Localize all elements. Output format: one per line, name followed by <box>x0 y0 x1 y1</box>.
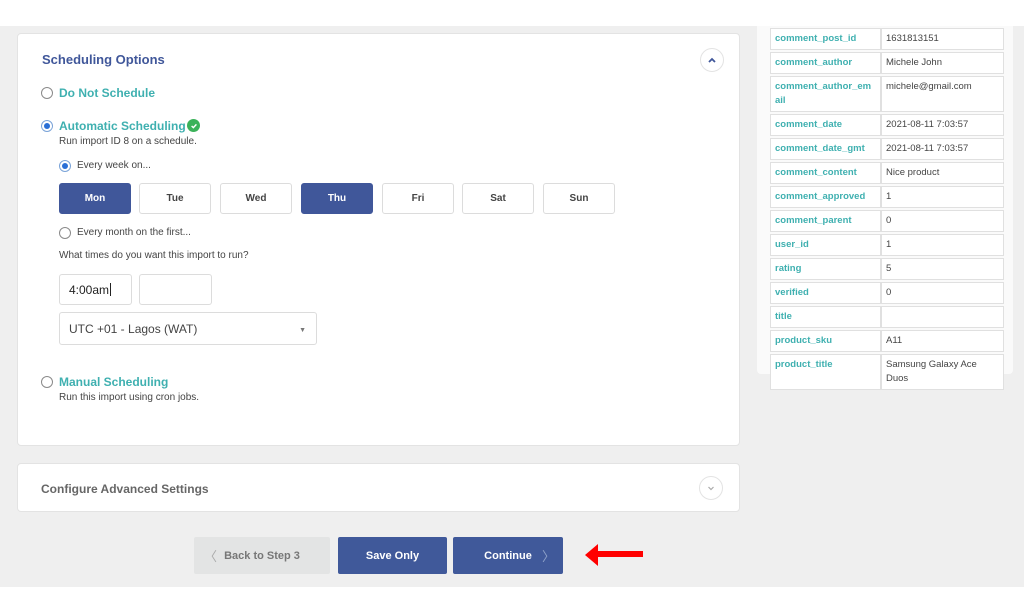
field-name: rating <box>770 258 881 280</box>
day-mon-button[interactable]: Mon <box>59 183 131 214</box>
automatic-scheduling-radio[interactable] <box>41 120 53 132</box>
table-row: comment_content Nice product <box>770 162 1004 184</box>
every-week-label[interactable]: Every week on... <box>77 160 151 171</box>
record-preview-table: comment_post_id 1631813151 comment_author M… <box>770 26 1004 392</box>
field-name: comment_date <box>770 114 881 136</box>
chevron-up-icon <box>708 57 716 63</box>
field-name: comment_author <box>770 52 881 74</box>
field-name: comment_author_email <box>770 76 881 112</box>
field-value: Nice product <box>881 162 1004 184</box>
table-row: comment_parent 0 <box>770 210 1004 232</box>
field-value: A11 <box>881 330 1004 352</box>
every-month-label[interactable]: Every month on the first... <box>77 227 191 238</box>
table-row: user_id 1 <box>770 234 1004 256</box>
collapse-button[interactable] <box>700 48 724 72</box>
check-circle-icon <box>187 119 200 132</box>
table-row: title <box>770 306 1004 328</box>
save-button-label: Save Only <box>365 549 420 562</box>
day-wed-button[interactable]: Wed <box>220 183 292 214</box>
field-value: 0 <box>881 282 1004 304</box>
field-value: Samsung Galaxy Ace Duos <box>881 354 1004 390</box>
annotation-arrow-icon <box>585 544 643 566</box>
back-button-label: Back to Step 3 <box>224 549 300 562</box>
save-only-button[interactable]: Save Only <box>338 537 447 574</box>
field-value: 2021-08-11 7:03:57 <box>881 114 1004 136</box>
field-name: comment_post_id <box>770 28 881 50</box>
field-value: Michele John <box>881 52 1004 74</box>
automatic-scheduling-label[interactable]: Automatic Scheduling <box>59 119 186 133</box>
dropdown-arrow-icon: ▼ <box>299 327 306 334</box>
day-fri-button[interactable]: Fri <box>382 183 454 214</box>
field-name: comment_content <box>770 162 881 184</box>
field-value: 0 <box>881 210 1004 232</box>
continue-button-label: Continue <box>484 549 532 562</box>
automatic-scheduling-description: Run import ID 8 on a schedule. <box>59 136 197 147</box>
table-row: comment_approved 1 <box>770 186 1004 208</box>
time-input-1[interactable]: 4:00am <box>59 274 132 305</box>
day-thu-button[interactable]: Thu <box>301 183 373 214</box>
field-value: michele@gmail.com <box>881 76 1004 112</box>
table-row: product_sku A11 <box>770 330 1004 352</box>
chevron-right-icon: 〉 <box>541 549 555 564</box>
scheduling-options-panel: Scheduling Options Do Not Schedule Autom… <box>17 33 740 446</box>
day-sat-button[interactable]: Sat <box>462 183 534 214</box>
text-caret <box>110 283 112 296</box>
every-week-radio[interactable] <box>59 160 71 172</box>
every-month-radio[interactable] <box>59 227 71 239</box>
field-value: 5 <box>881 258 1004 280</box>
do-not-schedule-label[interactable]: Do Not Schedule <box>59 86 155 100</box>
time-input-1-value: 4:00am <box>69 282 110 297</box>
continue-button[interactable]: Continue 〉 <box>453 537 563 574</box>
field-value: 1 <box>881 186 1004 208</box>
advanced-settings-title[interactable]: Configure Advanced Settings <box>41 482 209 496</box>
field-name: comment_approved <box>770 186 881 208</box>
field-name: title <box>770 306 881 328</box>
table-row: comment_date_gmt 2021-08-11 7:03:57 <box>770 138 1004 160</box>
table-row: comment_author Michele John <box>770 52 1004 74</box>
table-row: product_title Samsung Galaxy Ace Duos <box>770 354 1004 390</box>
table-row: comment_author_email michele@gmail.com <box>770 76 1004 112</box>
field-value <box>881 306 1004 328</box>
field-name: product_sku <box>770 330 881 352</box>
section-title: Scheduling Options <box>42 52 165 67</box>
timezone-select[interactable]: UTC +01 - Lagos (WAT) ▼ <box>59 312 317 345</box>
advanced-settings-panel[interactable]: Configure Advanced Settings <box>17 463 740 512</box>
time-input-2[interactable] <box>139 274 212 305</box>
expand-button[interactable] <box>699 476 723 500</box>
table-row: comment_date 2021-08-11 7:03:57 <box>770 114 1004 136</box>
day-sun-button[interactable]: Sun <box>543 183 615 214</box>
field-name: comment_parent <box>770 210 881 232</box>
field-name: verified <box>770 282 881 304</box>
field-value: 1 <box>881 234 1004 256</box>
field-value: 2021-08-11 7:03:57 <box>881 138 1004 160</box>
do-not-schedule-radio[interactable] <box>41 87 53 99</box>
table-row: comment_post_id 1631813151 <box>770 28 1004 50</box>
timezone-value: UTC +01 - Lagos (WAT) <box>69 321 198 336</box>
manual-scheduling-label[interactable]: Manual Scheduling <box>59 375 168 389</box>
field-name: comment_date_gmt <box>770 138 881 160</box>
times-question-label: What times do you want this import to ru… <box>59 250 249 261</box>
record-preview-panel: comment_post_id 1631813151 comment_author M… <box>757 26 1013 390</box>
field-name: product_title <box>770 354 881 390</box>
field-name: user_id <box>770 234 881 256</box>
manual-scheduling-description: Run this import using cron jobs. <box>59 392 200 403</box>
table-row: rating 5 <box>770 258 1004 280</box>
manual-scheduling-radio[interactable] <box>41 376 53 388</box>
chevron-left-icon: 〈 <box>204 549 218 564</box>
chevron-down-icon <box>708 486 714 491</box>
field-value: 1631813151 <box>881 28 1004 50</box>
back-to-step-3-button[interactable]: 〈 Back to Step 3 <box>194 537 330 574</box>
day-tue-button[interactable]: Tue <box>139 183 211 214</box>
table-row: verified 0 <box>770 282 1004 304</box>
